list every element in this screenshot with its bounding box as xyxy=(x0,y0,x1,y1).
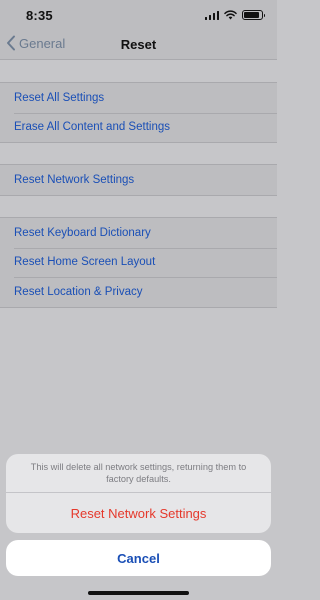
erase-all-content-cell[interactable]: Erase All Content and Settings xyxy=(0,112,277,143)
page-title: Reset xyxy=(120,37,157,52)
action-sheet: This will delete all network settings, r… xyxy=(6,454,271,533)
settings-group-other-resets: Reset Keyboard Dictionary Reset Home Scr… xyxy=(0,217,277,308)
reset-network-settings-cell[interactable]: Reset Network Settings xyxy=(0,165,277,195)
status-bar: 8:35 xyxy=(0,0,277,30)
navigation-bar: General Reset xyxy=(0,30,277,60)
cancel-button[interactable]: Cancel xyxy=(6,540,271,576)
reset-keyboard-dictionary-cell[interactable]: Reset Keyboard Dictionary xyxy=(0,218,277,248)
battery-icon xyxy=(242,10,265,20)
status-time: 8:35 xyxy=(26,7,53,23)
cellular-signal-icon xyxy=(204,10,219,20)
reset-location-privacy-cell[interactable]: Reset Location & Privacy xyxy=(0,277,277,307)
confirm-reset-network-button[interactable]: Reset Network Settings xyxy=(6,493,271,533)
battery-level xyxy=(244,12,260,18)
settings-group-reset-all: Reset All Settings Erase All Content and… xyxy=(0,82,277,143)
home-indicator[interactable] xyxy=(88,591,189,595)
reset-all-settings-cell[interactable]: Reset All Settings xyxy=(0,83,277,113)
wifi-icon xyxy=(224,10,237,20)
reset-home-screen-layout-cell[interactable]: Reset Home Screen Layout xyxy=(0,247,277,278)
settings-group-network: Reset Network Settings xyxy=(0,164,277,196)
action-sheet-message: This will delete all network settings, r… xyxy=(6,454,271,493)
status-icons xyxy=(204,10,265,20)
